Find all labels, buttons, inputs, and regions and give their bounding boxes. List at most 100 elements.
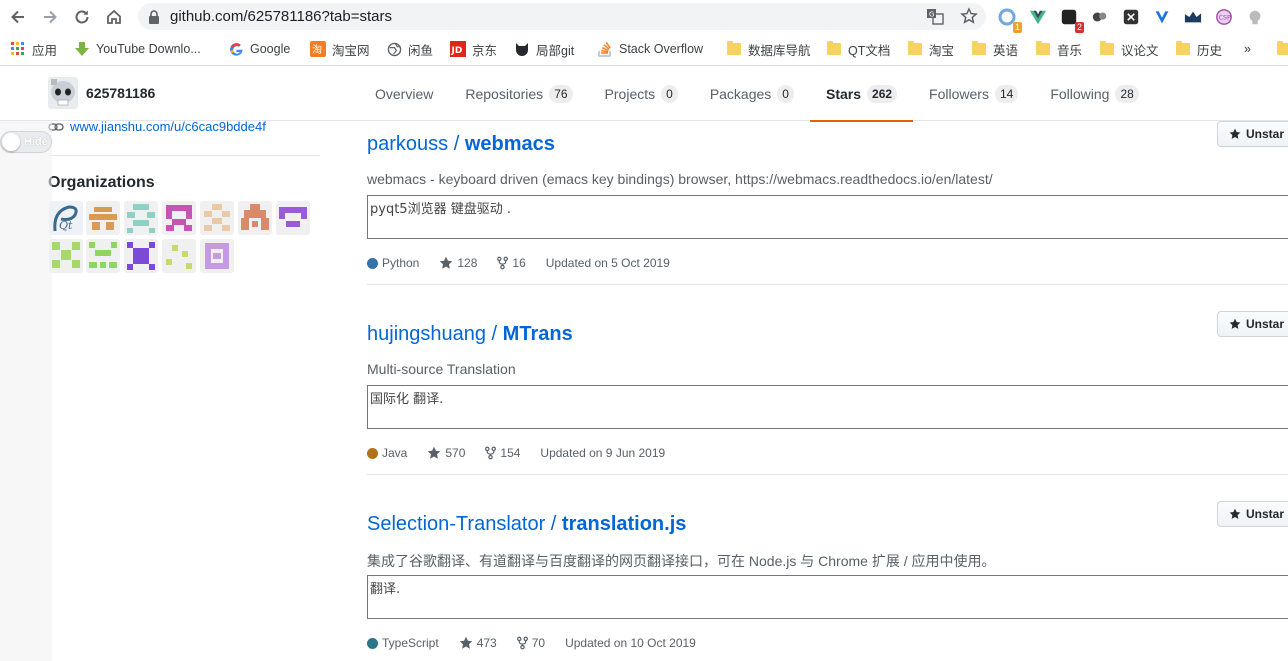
tab-counter: 0 — [661, 85, 678, 103]
tab-followers[interactable]: Followers 14 — [913, 67, 1034, 121]
svg-text:CSP: CSP — [1219, 15, 1231, 22]
extension-dark-icon[interactable]: 2 — [1058, 6, 1084, 33]
bookmark-folder-music[interactable]: 音乐 — [1035, 40, 1082, 58]
bookmark-jd[interactable]: JD 京东 — [450, 40, 497, 58]
org-avatar[interactable] — [238, 201, 272, 235]
repo-title-link[interactable]: hujingshuang / MTrans — [367, 323, 573, 346]
bookmark-google[interactable]: Google — [228, 40, 290, 58]
repo-forks-link[interactable]: 16 — [497, 256, 526, 270]
bookmark-star-icon[interactable] — [960, 7, 978, 25]
profile-website-link[interactable]: www.jianshu.com/u/c6cac9bdde4f — [70, 119, 266, 134]
unstar-label: Unstar — [1246, 317, 1285, 331]
unstar-label: Unstar — [1246, 507, 1285, 521]
org-avatar[interactable] — [49, 239, 83, 273]
bookmark-folder-history[interactable]: 历史 — [1175, 40, 1222, 58]
tab-stars[interactable]: Stars 262 — [809, 67, 914, 122]
star-icon — [1229, 318, 1241, 329]
extension-csdn-icon[interactable]: CSP — [1213, 6, 1235, 28]
org-avatar[interactable] — [200, 201, 234, 235]
bookmark-folder-partial[interactable] — [1276, 40, 1288, 58]
extension-circle-q-icon[interactable]: 1 — [996, 6, 1022, 33]
tab-counter: 76 — [549, 85, 573, 103]
tab-label: Stars — [825, 86, 862, 102]
org-avatar[interactable] — [124, 201, 158, 235]
back-button[interactable] — [2, 0, 34, 33]
bookmark-folder-qt-docs[interactable]: QT文档 — [826, 40, 890, 58]
stars-count: 570 — [445, 446, 466, 460]
language-label: Java — [382, 446, 408, 460]
repo-meta: Java 570 154 Updated on 9 Jun 2019 — [367, 445, 685, 461]
repo-title-link[interactable]: parkouss / webmacs — [367, 133, 555, 156]
tab-projects[interactable]: Projects 0 — [589, 67, 694, 121]
reload-icon — [75, 10, 89, 23]
bookmark-youtube-downloader[interactable]: YouTube Downlo... — [74, 40, 201, 58]
repo-note-textarea[interactable]: 翻译. — [367, 575, 1288, 619]
unstar-button[interactable]: Unstar — [1217, 121, 1288, 147]
more-bookmarks-button[interactable]: » — [1244, 40, 1251, 58]
repo-title-link[interactable]: Selection-Translator / translation.js — [367, 513, 686, 536]
extension-x-icon[interactable] — [1120, 6, 1142, 28]
tab-label: Overview — [375, 86, 434, 102]
globe-icon — [386, 41, 402, 57]
org-avatar[interactable] — [162, 239, 196, 273]
repo-description: webmacs - keyboard driven (emacs key bin… — [367, 171, 993, 187]
bookmark-folder-english[interactable]: 英语 — [971, 40, 1018, 58]
bookmark-local-git[interactable]: 局部git — [514, 40, 574, 58]
org-avatar[interactable] — [200, 239, 234, 273]
repo-stars-link[interactable]: 570 — [427, 446, 465, 460]
unstar-label: Unstar — [1246, 127, 1285, 141]
bookmark-folder-database[interactable]: 数据库导航 — [726, 40, 811, 58]
extension-badge: 1 — [1012, 22, 1022, 33]
language-color-dot — [367, 637, 378, 649]
bookmark-folder-essays[interactable]: 议论文 — [1099, 40, 1159, 58]
extension-balls-icon[interactable] — [1089, 6, 1111, 28]
apps-grid-icon — [10, 41, 26, 57]
organizations-heading: Organizations — [48, 174, 155, 191]
org-avatar[interactable] — [276, 201, 310, 235]
browser-toolbar: github.com/625781186?tab=stars G 1 2 CSP — [0, 0, 1288, 33]
home-button[interactable] — [98, 0, 130, 33]
tab-packages[interactable]: Packages 0 — [694, 67, 810, 121]
tab-following[interactable]: Following 28 — [1034, 67, 1155, 121]
bookmark-xianyu[interactable]: 闲鱼 — [386, 40, 433, 58]
extension-head-icon[interactable] — [1244, 6, 1266, 28]
reload-button[interactable] — [66, 0, 98, 33]
toggle-label: Hide — [24, 136, 48, 148]
org-avatar[interactable] — [86, 201, 120, 235]
tab-repositories[interactable]: Repositories 76 — [449, 67, 588, 121]
address-bar[interactable]: github.com/625781186?tab=stars G — [138, 3, 986, 30]
repo-note-textarea[interactable]: 国际化 翻译. — [367, 385, 1288, 429]
repo-forks-link[interactable]: 70 — [516, 636, 545, 650]
org-avatar[interactable] — [86, 239, 120, 273]
extension-v-icon[interactable] — [1151, 6, 1173, 28]
tab-overview[interactable]: Overview — [359, 67, 449, 121]
vue-devtools-icon[interactable] — [1027, 6, 1049, 28]
repo-stars-link[interactable]: 473 — [459, 636, 497, 650]
folder-icon — [1175, 41, 1191, 57]
org-avatar[interactable] — [162, 201, 196, 235]
profile-mini[interactable]: 625781186 — [48, 77, 155, 109]
org-avatar[interactable]: Qt — [49, 201, 83, 235]
forward-button[interactable] — [34, 0, 66, 33]
repo-note-textarea[interactable]: pyqt5浏览器 键盘驱动 . — [367, 195, 1288, 239]
extension-chart-icon[interactable] — [1182, 6, 1204, 28]
repo-divider — [367, 284, 1288, 285]
star-icon — [428, 446, 441, 459]
tab-label: Packages — [709, 86, 772, 102]
bookmark-stack-overflow[interactable]: Stack Overflow — [597, 40, 703, 58]
unstar-button[interactable]: Unstar — [1217, 311, 1288, 337]
bookmark-apps[interactable]: 应用 — [10, 40, 57, 58]
repo-forks-link[interactable]: 154 — [485, 446, 520, 460]
bookmark-label: 淘宝 — [929, 43, 955, 58]
forks-count: 154 — [500, 446, 521, 460]
bookmark-label: 英语 — [993, 43, 1019, 58]
bookmark-taobao[interactable]: 淘 淘宝网 — [310, 40, 370, 58]
bookmark-folder-taobao[interactable]: 淘宝 — [907, 40, 954, 58]
hide-sidebar-toggle[interactable]: Hide — [0, 131, 52, 153]
translate-icon[interactable]: G — [926, 7, 944, 25]
tab-label: Repositories — [465, 86, 544, 102]
stars-count: 473 — [476, 636, 497, 650]
repo-stars-link[interactable]: 128 — [439, 256, 477, 270]
org-avatar[interactable] — [124, 239, 158, 273]
unstar-button[interactable]: Unstar — [1217, 501, 1288, 527]
